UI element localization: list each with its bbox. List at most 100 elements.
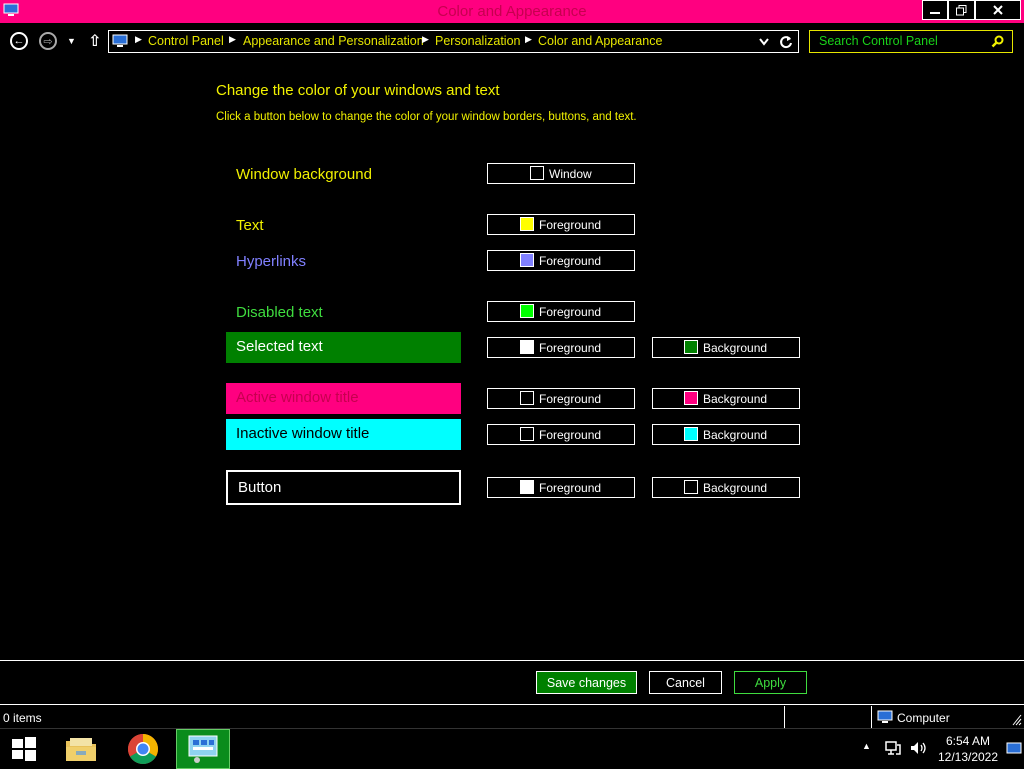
- active-title-background-button[interactable]: Background: [652, 388, 800, 409]
- color-swatch: [520, 391, 534, 405]
- navigation-bar: ← ⇨ ▼ ⇧ ▶ Control Panel ▶ Appearance and…: [0, 23, 1024, 60]
- chrome-icon: [127, 734, 159, 765]
- restore-icon: [956, 4, 967, 15]
- up-icon[interactable]: ⇧: [88, 31, 101, 51]
- button-label: Background: [703, 481, 768, 495]
- divider: [0, 704, 1024, 705]
- minimize-button[interactable]: [922, 0, 948, 20]
- minimize-icon: [930, 12, 940, 14]
- color-swatch: [684, 480, 698, 494]
- selected-text-preview: Selected text: [226, 332, 461, 363]
- color-swatch: [520, 253, 534, 267]
- forward-arrow-icon: ⇨: [43, 35, 53, 48]
- network-icon[interactable]: [885, 740, 901, 756]
- back-button[interactable]: ←: [10, 32, 28, 50]
- button-foreground-button[interactable]: Foreground: [487, 477, 635, 498]
- button-label: Foreground: [539, 254, 602, 268]
- disabled-text-foreground-button[interactable]: Foreground: [487, 301, 635, 322]
- resize-grip-icon[interactable]: [1012, 714, 1022, 726]
- location-label: Computer: [897, 711, 950, 725]
- divider: [784, 706, 785, 728]
- button-label: Background: [703, 341, 768, 355]
- inactive-title-foreground-button[interactable]: Foreground: [487, 424, 635, 445]
- color-swatch: [530, 166, 544, 180]
- chevron-right-icon: ▶: [135, 34, 142, 44]
- button-label: Foreground: [539, 428, 602, 442]
- button-label: Foreground: [539, 305, 602, 319]
- breadcrumb-personalization[interactable]: Personalization: [435, 34, 520, 48]
- color-swatch: [684, 427, 698, 441]
- button-background-button[interactable]: Background: [652, 477, 800, 498]
- hyperlinks-label: Hyperlinks: [236, 253, 307, 270]
- color-swatch: [520, 304, 534, 318]
- disabled-text-label: Disabled text: [236, 304, 323, 321]
- control-panel-icon: [188, 735, 218, 763]
- title-bar: Color and Appearance: [0, 0, 1024, 23]
- color-swatch: [520, 340, 534, 354]
- address-bar[interactable]: ▶ Control Panel ▶ Appearance and Persona…: [108, 30, 799, 53]
- inactive-window-title-preview: Inactive window title: [226, 419, 461, 450]
- chevron-right-icon: ▶: [422, 34, 429, 44]
- close-button[interactable]: [975, 0, 1021, 20]
- restore-button[interactable]: [948, 0, 975, 20]
- windows-logo-icon: [12, 737, 36, 761]
- cancel-button[interactable]: Cancel: [649, 671, 722, 694]
- color-swatch: [684, 340, 698, 354]
- search-icon[interactable]: [991, 35, 1004, 48]
- close-icon: [993, 5, 1003, 15]
- window-title: Color and Appearance: [437, 3, 587, 20]
- forward-button[interactable]: ⇨: [39, 32, 57, 50]
- button-label: Foreground: [539, 341, 602, 355]
- active-window-title-preview: Active window title: [226, 383, 461, 414]
- back-arrow-icon: ←: [13, 35, 25, 47]
- volume-icon[interactable]: [910, 740, 928, 756]
- chevron-down-icon[interactable]: [759, 38, 769, 46]
- hyperlinks-foreground-button[interactable]: Foreground: [487, 250, 635, 271]
- selected-text-label: Selected text: [236, 338, 323, 355]
- file-explorer-button[interactable]: [58, 729, 104, 769]
- button-label: Foreground: [539, 481, 602, 495]
- show-hidden-icons-button[interactable]: ▲: [862, 741, 871, 751]
- control-panel-taskbar-button[interactable]: [176, 729, 230, 769]
- button-label: Background: [703, 428, 768, 442]
- refresh-icon[interactable]: [779, 35, 793, 49]
- text-label: Text: [236, 217, 264, 234]
- breadcrumb-color-appearance[interactable]: Color and Appearance: [538, 34, 662, 48]
- computer-icon: [877, 710, 893, 723]
- chrome-button[interactable]: [120, 729, 166, 769]
- search-input[interactable]: Search Control Panel: [809, 30, 1013, 53]
- selected-text-background-button[interactable]: Background: [652, 337, 800, 358]
- start-button[interactable]: [0, 729, 48, 769]
- recent-locations-dropdown[interactable]: ▼: [67, 36, 76, 46]
- color-swatch: [520, 217, 534, 231]
- chevron-right-icon: ▶: [525, 34, 532, 44]
- folder-icon: [66, 738, 96, 761]
- color-swatch: [684, 391, 698, 405]
- breadcrumb-appearance-personalization[interactable]: Appearance and Personalization: [243, 34, 424, 48]
- button-label: Foreground: [539, 218, 602, 232]
- page-description: Click a button below to change the color…: [216, 111, 637, 123]
- button-label: Foreground: [539, 392, 602, 406]
- window-background-button[interactable]: Window: [487, 163, 635, 184]
- divider: [871, 706, 872, 728]
- text-foreground-button[interactable]: Foreground: [487, 214, 635, 235]
- selected-text-foreground-button[interactable]: Foreground: [487, 337, 635, 358]
- save-changes-button[interactable]: Save changes: [536, 671, 637, 694]
- button-preview: Button: [226, 470, 461, 505]
- computer-icon: [112, 34, 128, 47]
- active-title-foreground-button[interactable]: Foreground: [487, 388, 635, 409]
- clock-date[interactable]: 12/13/2022: [936, 750, 1000, 764]
- inactive-title-background-button[interactable]: Background: [652, 424, 800, 445]
- page-title: Change the color of your windows and tex…: [216, 82, 500, 99]
- chevron-right-icon: ▶: [229, 34, 236, 44]
- button-label: Window: [549, 167, 592, 181]
- taskbar: ▲ 6:54 AM 12/13/2022: [0, 728, 1024, 769]
- notifications-icon[interactable]: [1006, 742, 1022, 754]
- clock-time[interactable]: 6:54 AM: [936, 734, 1000, 748]
- item-count: 0 items: [3, 711, 42, 725]
- apply-button[interactable]: Apply: [734, 671, 807, 694]
- breadcrumb-control-panel[interactable]: Control Panel: [148, 34, 224, 48]
- button-preview-label: Button: [238, 479, 282, 496]
- color-swatch: [520, 427, 534, 441]
- window-background-label: Window background: [236, 166, 372, 183]
